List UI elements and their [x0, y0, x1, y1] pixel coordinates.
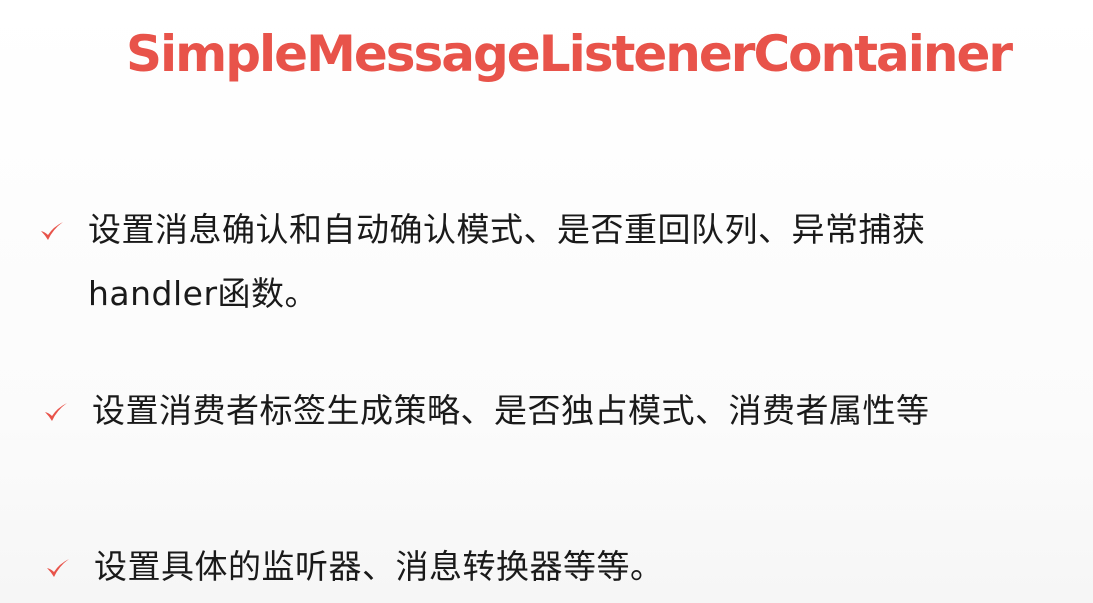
- bullet-text: 设置具体的监听器、消息转换器等等。: [94, 547, 664, 586]
- checkmark-icon: [42, 553, 72, 583]
- bullet-text: 设置消息确认和自动确认模式、是否重回队列、异常捕获handler函数。: [88, 210, 926, 313]
- checkmark-icon: [40, 397, 70, 427]
- checkmark-icon: [36, 216, 66, 246]
- slide-title: SimpleMessageListenerContainer: [126, 25, 1013, 83]
- bullet-text: 设置消费者标签生成策略、是否独占模式、消费者属性等: [92, 391, 930, 430]
- slide: SimpleMessageListenerContainer 设置消息确认和自动…: [0, 0, 1093, 603]
- bullet-item: 设置消息确认和自动确认模式、是否重回队列、异常捕获handler函数。: [36, 198, 1026, 326]
- bullet-item: 设置具体的监听器、消息转换器等等。: [42, 535, 1032, 599]
- bullet-item: 设置消费者标签生成策略、是否独占模式、消费者属性等: [40, 379, 1030, 443]
